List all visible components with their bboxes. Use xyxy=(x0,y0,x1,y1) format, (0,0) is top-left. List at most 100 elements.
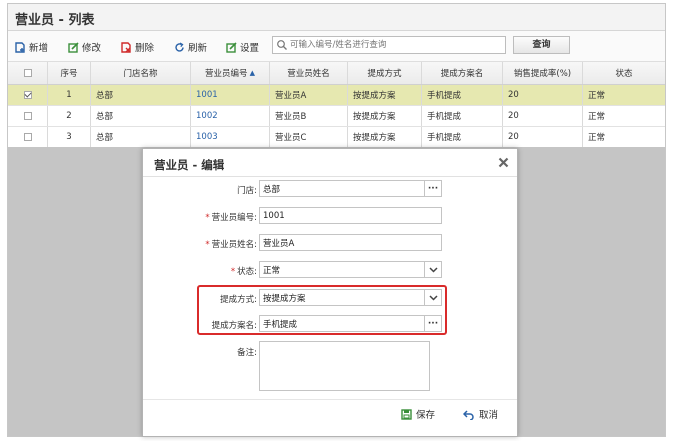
header-plan[interactable]: 提成方案名 xyxy=(422,62,503,84)
cell-plan: 手机提成 xyxy=(422,106,503,126)
dialog-title: 营业员 - 编辑 xyxy=(154,158,225,172)
cell-rate: 20 xyxy=(503,106,583,126)
name-label-text: 营业员姓名: xyxy=(211,240,257,250)
edit-icon xyxy=(68,41,79,53)
edit-label: 修改 xyxy=(82,43,102,54)
cell-name: 营业员C xyxy=(270,127,348,147)
cell-rate: 20 xyxy=(503,127,583,147)
remark-label-text: 备注: xyxy=(237,348,257,358)
cell-status: 正常 xyxy=(588,133,606,143)
table-row[interactable]: 3 总部 1003 营业员C 按提成方案 手机提成 20 正常 xyxy=(8,127,665,148)
name-label: * 营业员姓名: xyxy=(205,238,257,250)
delete-button[interactable]: 删除 xyxy=(121,39,154,55)
settings-icon xyxy=(226,41,237,53)
cancel-button[interactable]: 取消 xyxy=(462,407,499,421)
undo-icon xyxy=(462,409,475,421)
code-label-text: 营业员编号: xyxy=(211,213,257,223)
cell-index: 3 xyxy=(48,127,91,147)
store-picker-button[interactable]: ··· xyxy=(424,181,441,196)
data-grid: 序号 门店名称 营业员编号 ▲ 营业员姓名 提成方式 提成方案名 销售提成率(%… xyxy=(8,62,665,148)
required-marker: * xyxy=(205,213,210,223)
cell-store: 总部 xyxy=(91,85,191,105)
header-index[interactable]: 序号 xyxy=(48,62,91,84)
toolbar: 新增 修改 删除 刷新 设置 可输入编号/姓名进行查询 查询 xyxy=(8,31,665,62)
row-select-cell[interactable] xyxy=(8,85,48,105)
refresh-label: 刷新 xyxy=(188,43,208,54)
grid-header: 序号 门店名称 营业员编号 ▲ 营业员姓名 提成方式 提成方案名 销售提成率(%… xyxy=(8,62,665,85)
cell-method: 按提成方案 xyxy=(348,127,422,147)
name-field[interactable]: 营业员A xyxy=(259,234,442,251)
add-button[interactable]: 新增 xyxy=(15,39,48,55)
cell-status: 正常 xyxy=(588,91,606,101)
status-label-text: 状态: xyxy=(237,267,257,277)
dialog-divider xyxy=(143,176,517,177)
row-checkbox[interactable] xyxy=(23,112,32,120)
row-checkbox[interactable] xyxy=(23,133,32,141)
remark-label: 备注: xyxy=(237,346,257,358)
cell-rate: 20 xyxy=(503,85,583,105)
table-row[interactable]: 2 总部 1002 营业员B 按提成方案 手机提成 20 正常 xyxy=(8,106,665,127)
store-value: 总部 xyxy=(263,184,281,195)
table-row[interactable]: 1 总部 1001 营业员A 按提成方案 手机提成 20 正常 xyxy=(8,85,665,106)
cell-index: 2 xyxy=(48,106,91,126)
footer-divider xyxy=(143,399,517,400)
header-name[interactable]: 营业员姓名 xyxy=(270,62,348,84)
header-rate[interactable]: 销售提成率(%) xyxy=(503,62,583,84)
code-value: 1001 xyxy=(263,210,285,221)
search-box[interactable] xyxy=(272,36,506,54)
delete-label: 删除 xyxy=(135,43,155,54)
remark-textarea[interactable] xyxy=(259,341,430,391)
sort-asc-icon: ▲ xyxy=(249,69,255,77)
header-code-label: 营业员编号 xyxy=(205,69,248,79)
search-input[interactable] xyxy=(288,38,502,52)
required-marker: * xyxy=(205,240,210,250)
settings-button[interactable]: 设置 xyxy=(226,39,259,55)
cell-name: 营业员A xyxy=(270,85,348,105)
header-status[interactable]: 状态 xyxy=(583,62,665,84)
cell-plan: 手机提成 xyxy=(422,127,503,147)
header-store[interactable]: 门店名称 xyxy=(91,62,191,84)
cell-plan: 手机提成 xyxy=(422,85,503,105)
status-value: 正常 xyxy=(263,265,281,276)
close-icon[interactable] xyxy=(498,157,509,168)
cell-method: 按提成方案 xyxy=(348,106,422,126)
code-label: * 营业员编号: xyxy=(205,211,257,223)
row-checkbox[interactable] xyxy=(23,91,32,99)
save-icon xyxy=(401,408,412,420)
cell-store: 总部 xyxy=(91,127,191,147)
edit-dialog: 营业员 - 编辑 门店: 总部 ··· * 营业员编号: 1001 * 营业员姓名:… xyxy=(142,148,518,437)
cell-store: 总部 xyxy=(91,106,191,126)
search-icon xyxy=(276,39,288,51)
query-button[interactable]: 查询 xyxy=(513,36,570,54)
highlight-box xyxy=(197,285,447,335)
name-value: 营业员A xyxy=(263,238,295,249)
select-all-cell[interactable] xyxy=(8,62,48,84)
row-select-cell[interactable] xyxy=(8,127,48,147)
required-marker: * xyxy=(230,267,236,277)
store-field[interactable]: 总部 ··· xyxy=(259,180,442,197)
refresh-button[interactable]: 刷新 xyxy=(174,39,207,55)
select-all-checkbox[interactable] xyxy=(23,69,32,77)
add-icon xyxy=(15,41,26,53)
delete-icon xyxy=(121,41,132,53)
cancel-label: 取消 xyxy=(479,410,499,421)
header-method[interactable]: 提成方式 xyxy=(348,62,422,84)
refresh-icon xyxy=(174,41,185,53)
chevron-down-icon[interactable] xyxy=(424,262,441,277)
cell-code[interactable]: 1001 xyxy=(191,85,270,105)
edit-button[interactable]: 修改 xyxy=(68,39,101,55)
row-select-cell[interactable] xyxy=(8,106,48,126)
add-label: 新增 xyxy=(29,43,49,54)
cell-name: 营业员B xyxy=(270,106,348,126)
settings-label: 设置 xyxy=(240,43,260,54)
cell-code[interactable]: 1003 xyxy=(191,127,270,147)
status-select[interactable]: 正常 xyxy=(259,261,442,278)
page-title: 营业员 - 列表 xyxy=(15,13,95,28)
code-field[interactable]: 1001 xyxy=(259,207,442,224)
status-label: * 状态: xyxy=(231,265,257,277)
cell-status: 正常 xyxy=(588,112,606,122)
save-button[interactable]: 保存 xyxy=(401,407,435,421)
store-label-text: 门店: xyxy=(237,186,257,196)
cell-code[interactable]: 1002 xyxy=(191,106,270,126)
header-code[interactable]: 营业员编号 ▲ xyxy=(191,62,270,84)
